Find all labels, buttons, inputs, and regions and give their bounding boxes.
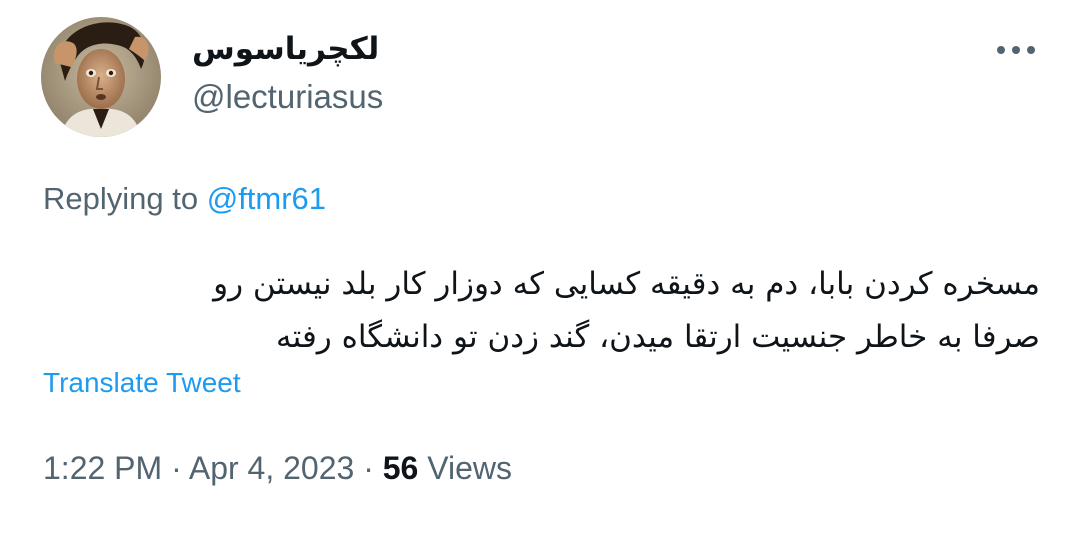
author-display-name[interactable]: لکچریاسوس [192,34,379,65]
author-avatar[interactable] [41,17,161,137]
tweet-text-line: مسخره کردن بابا، دم به دقیقه کسایی که دو… [213,266,1040,302]
tweet-date-link[interactable]: Apr 4, 2023 [189,450,354,486]
translate-tweet-link[interactable]: Translate Tweet [43,369,241,397]
tweet-metadata: 1:22 PM · Apr 4, 2023 · 56 Views [43,452,512,484]
views-label: Views [427,450,512,486]
tweet-time-link[interactable]: 1:22 PM [43,450,162,486]
more-horizontal-icon [997,46,1035,54]
replying-to: Replying to @ftmr61 [43,183,326,214]
meta-separator: · [363,450,374,486]
meta-separator: · [171,450,182,486]
author-handle[interactable]: @lecturiasus [192,80,383,113]
tweet-text: مسخره کردن بابا، دم به دقیقه کسایی که دو… [90,258,1040,364]
avatar-portrait-icon [41,17,161,137]
replying-to-label: Replying to [43,181,199,216]
views-count: 56 [382,450,419,486]
tweet-text-line: صرفا به خاطر جنسیت ارتقا میدن، گند زدن ت… [275,319,1040,355]
more-options-button[interactable] [992,32,1040,68]
replying-to-mention-link[interactable]: @ftmr61 [207,181,326,216]
